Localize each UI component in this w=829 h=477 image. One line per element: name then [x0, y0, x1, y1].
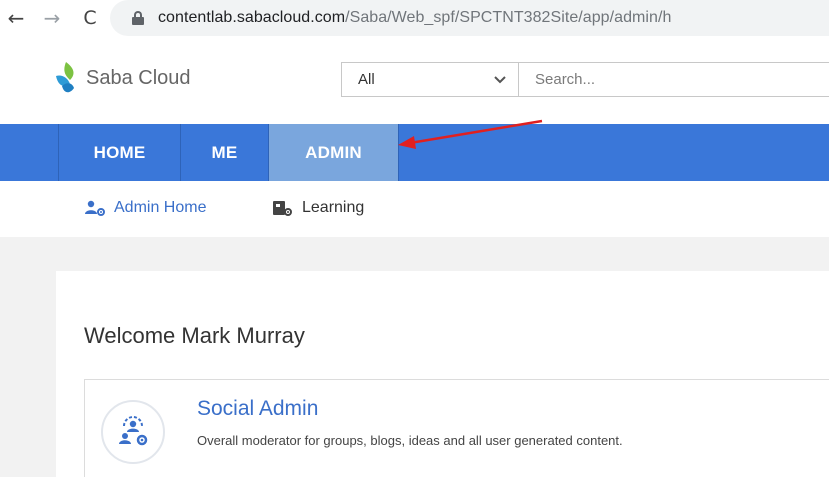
admin-user-gear-icon: [85, 200, 105, 216]
welcome-heading: Welcome Mark Murray: [84, 323, 305, 348]
url-domain: contentlab.sabacloud.com: [158, 9, 346, 26]
saba-logo-mark-icon: [56, 62, 74, 93]
sub-nav: Admin Home Learning: [0, 181, 829, 237]
app-header: Saba Cloud All: [0, 40, 829, 124]
sub-nav-learning-label: Learning: [302, 199, 365, 216]
address-bar[interactable]: contentlab.sabacloud.com/Saba/Web_spf/SP…: [110, 0, 829, 36]
social-admin-description: Overall moderator for groups, blogs, ide…: [197, 433, 623, 448]
social-admin-glyph-icon: [119, 416, 148, 446]
sub-nav-admin-home[interactable]: Admin Home: [84, 199, 206, 217]
url-path: /Saba/Web_spf/SPCTNT382Site/app/admin/h: [345, 9, 672, 26]
social-admin-title[interactable]: Social Admin: [197, 397, 318, 421]
logo-text: Saba Cloud: [86, 66, 191, 89]
search-scope-value: All: [358, 71, 375, 88]
tab-me[interactable]: ME: [180, 124, 268, 181]
admin-card-social[interactable]: [84, 379, 829, 477]
tab-home[interactable]: HOME: [58, 124, 180, 181]
search-group: All: [341, 62, 829, 97]
sub-nav-learning[interactable]: Learning: [272, 199, 364, 217]
saba-logo[interactable]: Saba Cloud: [52, 60, 191, 96]
lock-icon: [132, 11, 144, 25]
tab-admin[interactable]: ADMIN: [268, 124, 399, 181]
chevron-down-icon: [494, 75, 506, 83]
annotation-arrow-icon: [398, 119, 543, 149]
reload-icon[interactable]: C: [78, 6, 102, 30]
social-admin-icon: [101, 400, 165, 464]
url-text: contentlab.sabacloud.com/Saba/Web_spf/SP…: [158, 9, 671, 27]
browser-toolbar: ← → C contentlab.sabacloud.com/Saba/Web_…: [0, 0, 829, 40]
forward-arrow-icon[interactable]: →: [40, 6, 64, 30]
back-arrow-icon[interactable]: ←: [4, 6, 28, 30]
search-scope-select[interactable]: All: [341, 62, 519, 97]
search-input[interactable]: [519, 62, 829, 97]
learning-gear-icon: [273, 201, 292, 216]
sub-nav-admin-home-label: Admin Home: [114, 199, 207, 216]
